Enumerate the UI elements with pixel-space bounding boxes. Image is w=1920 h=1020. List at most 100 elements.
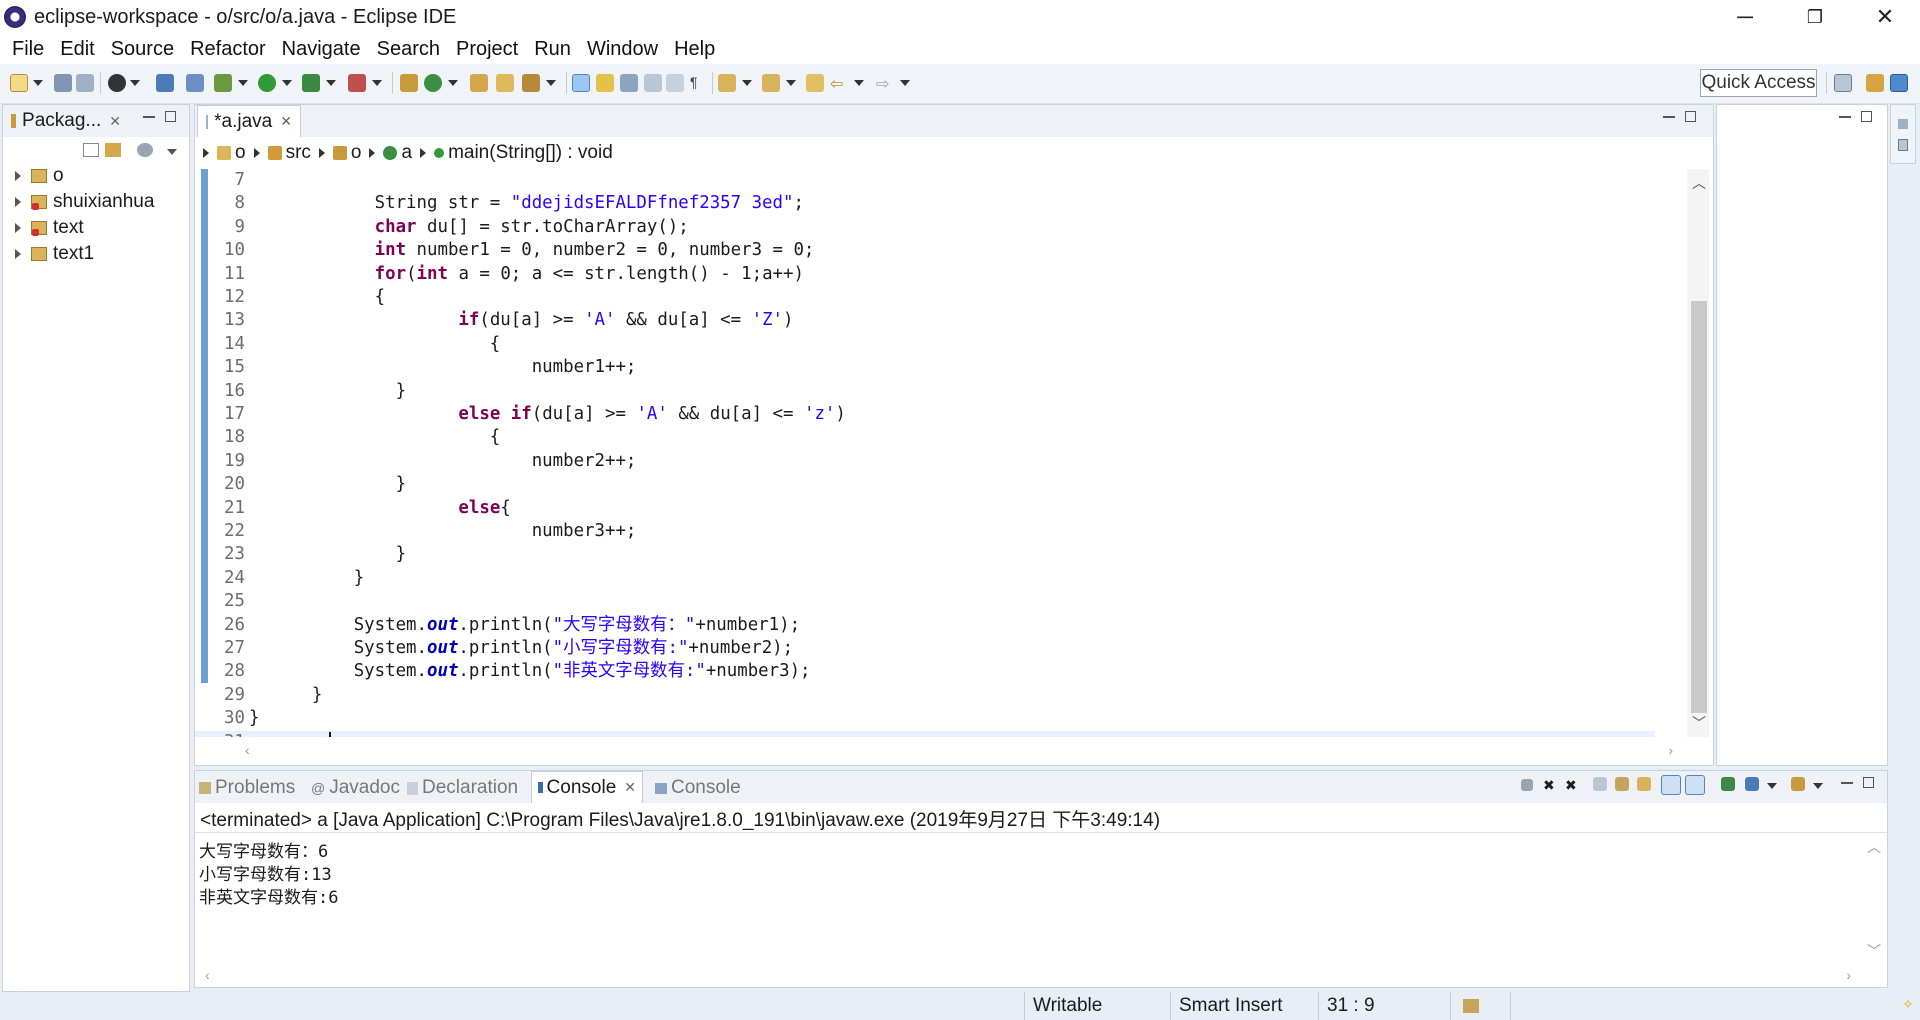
code-line[interactable]: 7 <box>195 169 1655 192</box>
debug-perspective-icon[interactable] <box>108 74 126 92</box>
scroll-right-icon[interactable]: › <box>1668 742 1673 758</box>
maximize-view-button[interactable] <box>1863 777 1874 788</box>
link-with-editor-icon[interactable] <box>105 143 121 157</box>
chevron-down-icon[interactable] <box>854 80 864 86</box>
chevron-down-icon[interactable] <box>326 80 336 86</box>
scroll-up-icon[interactable]: ︿ <box>1692 173 1706 193</box>
task-list-icon[interactable] <box>1898 139 1908 151</box>
code-line[interactable]: 28 System.out.println("非英文字母数有:"+number3… <box>195 660 1655 683</box>
collapse-all-icon[interactable] <box>83 143 99 157</box>
code-line[interactable]: 26 System.out.println("大写字母数有："+number1)… <box>195 614 1655 637</box>
code-editor[interactable]: 78 String str = "ddejidsEFALDFfnef2357 3… <box>195 169 1713 737</box>
menu-edit[interactable]: Edit <box>52 38 102 61</box>
java-ee-perspective-icon[interactable] <box>1866 74 1884 92</box>
console-output[interactable]: 大写字母数有：6 小写字母数有:13 非英文字母数有:6 ︿ ﹀ <box>195 833 1887 965</box>
skip-breakpoints-icon[interactable] <box>186 74 204 92</box>
view-menu-icon[interactable] <box>167 149 177 155</box>
code-line[interactable]: 27 System.out.println("小写字母数有:"+number2)… <box>195 637 1655 660</box>
horizontal-scrollbar[interactable]: ‹ › <box>195 737 1713 765</box>
run-icon[interactable] <box>258 74 276 92</box>
scroll-down-icon[interactable]: ﹀ <box>1867 941 1881 961</box>
pilcrow-icon[interactable]: ¶ <box>690 74 708 92</box>
highlight-icon[interactable] <box>596 74 614 92</box>
code-line[interactable]: 13 if(du[a] >= 'A' && du[a] <= 'Z') <box>195 309 1655 332</box>
external-tools-icon[interactable] <box>348 74 366 92</box>
filter-icon[interactable] <box>137 143 153 157</box>
code-line[interactable]: 25 <box>195 590 1655 613</box>
pin-console-icon[interactable] <box>1721 777 1735 791</box>
tip-lightbulb-icon[interactable]: ✧ <box>1902 996 1914 1013</box>
tree-item-project[interactable]: text1 <box>15 241 94 267</box>
code-line[interactable]: 10 int number1 = 0, number2 = 0, number3… <box>195 239 1655 262</box>
code-line[interactable]: 16 } <box>195 380 1655 403</box>
chevron-down-icon[interactable] <box>742 80 752 86</box>
tab-declaration[interactable]: Declaration <box>407 777 518 799</box>
chevron-right-icon[interactable] <box>15 197 21 207</box>
open-perspective-icon[interactable] <box>1834 74 1852 92</box>
code-line[interactable]: 12 { <box>195 286 1655 309</box>
tab-javadoc[interactable]: @ Javadoc <box>311 777 400 799</box>
maximize-view-button[interactable] <box>165 111 176 122</box>
coverage-icon[interactable] <box>302 74 320 92</box>
scroll-down-icon[interactable]: ﹀ <box>1692 713 1706 733</box>
next-annotation-icon[interactable] <box>718 74 736 92</box>
word-wrap-icon[interactable] <box>644 74 662 92</box>
new-java-class-icon[interactable] <box>424 74 442 92</box>
menu-refactor[interactable]: Refactor <box>182 38 274 61</box>
chevron-down-icon[interactable] <box>448 80 458 86</box>
forward-icon[interactable]: ⇨ <box>876 74 894 93</box>
scroll-left-icon[interactable]: ‹ <box>205 967 210 983</box>
minimize-view-button[interactable] <box>1841 782 1853 784</box>
show-console-on-stdout-icon[interactable] <box>1661 775 1681 795</box>
breadcrumb-project[interactable]: o <box>235 142 246 164</box>
chevron-right-icon[interactable] <box>15 223 21 233</box>
close-icon[interactable]: ✕ <box>624 779 636 796</box>
open-folder-icon[interactable] <box>496 74 514 92</box>
status-cursor-position[interactable]: 31 : 9 <box>1318 992 1450 1020</box>
code-line[interactable]: 9 char du[] = str.toCharArray(); <box>195 216 1655 239</box>
scroll-lock-icon[interactable] <box>1615 777 1629 791</box>
menu-project[interactable]: Project <box>448 38 526 61</box>
code-line[interactable]: 22 number3++; <box>195 520 1655 543</box>
menu-file[interactable]: File <box>4 38 52 61</box>
save-icon[interactable] <box>54 74 72 92</box>
word-wrap-icon[interactable] <box>1637 777 1651 791</box>
tab-package-explorer[interactable]: Packag... ✕ <box>3 105 129 137</box>
status-insert-mode[interactable]: Smart Insert <box>1170 992 1318 1020</box>
code-line[interactable]: 18 { <box>195 426 1655 449</box>
java-perspective-icon[interactable] <box>1890 74 1908 92</box>
code-line[interactable]: 11 for(int a = 0; a <= str.length() - 1;… <box>195 263 1655 286</box>
code-line[interactable]: 29 } <box>195 684 1655 707</box>
maximize-view-button[interactable] <box>1685 111 1696 122</box>
console-horizontal-scrollbar[interactable]: ‹ › <box>195 965 1887 987</box>
chevron-down-icon[interactable] <box>130 80 140 86</box>
outline-view-icon[interactable] <box>1898 119 1908 129</box>
code-line[interactable]: 21 else{ <box>195 497 1655 520</box>
tree-item-project[interactable]: o <box>15 163 64 189</box>
chevron-right-icon[interactable] <box>15 171 21 181</box>
tab-console[interactable]: Console <box>655 777 741 799</box>
breadcrumb-method[interactable]: main(String[]) : void <box>448 142 613 164</box>
terminate-icon[interactable] <box>1521 779 1533 791</box>
display-selected-console-icon[interactable] <box>1745 777 1759 791</box>
show-console-on-stderr-icon[interactable] <box>1685 775 1705 795</box>
chevron-down-icon[interactable] <box>546 80 556 86</box>
search-icon[interactable] <box>522 74 540 92</box>
open-type-icon[interactable] <box>470 74 488 92</box>
clear-console-icon[interactable] <box>1593 777 1607 791</box>
menu-navigate[interactable]: Navigate <box>274 38 369 61</box>
menu-help[interactable]: Help <box>666 38 723 61</box>
back-icon[interactable]: ⇦ <box>830 74 848 93</box>
close-button[interactable]: ✕ <box>1850 0 1920 34</box>
new-java-package-icon[interactable] <box>400 74 418 92</box>
code-line[interactable]: 14 { <box>195 333 1655 356</box>
code-line[interactable]: 8 String str = "ddejidsEFALDFfnef2357 3e… <box>195 192 1655 215</box>
remove-all-launches-icon[interactable]: ✖ <box>1565 777 1579 793</box>
menu-source[interactable]: Source <box>103 38 182 61</box>
minimize-button[interactable]: ─ <box>1710 0 1780 34</box>
breadcrumb-class[interactable]: a <box>401 142 412 164</box>
vertical-scroll-thumb[interactable] <box>1691 301 1707 713</box>
menu-search[interactable]: Search <box>369 38 448 61</box>
previous-annotation-icon[interactable] <box>762 74 780 92</box>
tab-problems[interactable]: Problems <box>199 777 295 799</box>
